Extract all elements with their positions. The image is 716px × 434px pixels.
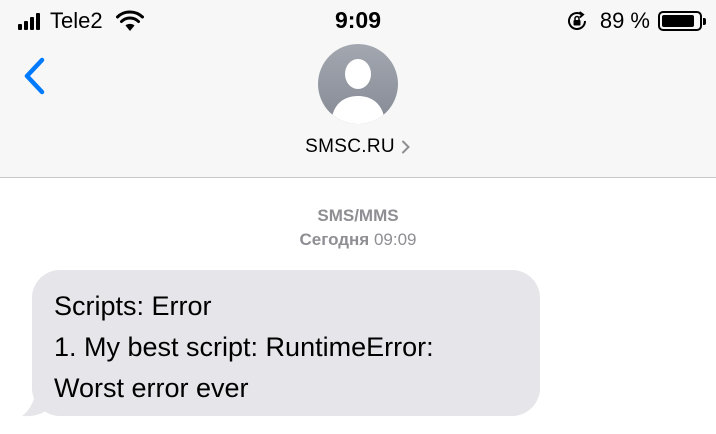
chevron-right-icon <box>401 140 410 154</box>
battery-level <box>662 15 695 27</box>
timestamp-time: 09:09 <box>373 230 417 249</box>
status-right: 89 % <box>566 8 706 34</box>
message-line: 1. My best script: RuntimeError: <box>54 332 434 362</box>
contact-name-button[interactable]: SMSC.RU <box>0 136 716 158</box>
battery-icon <box>658 11 706 31</box>
chevron-left-icon[interactable] <box>20 56 50 96</box>
contact-name: SMSC.RU <box>305 136 395 157</box>
timestamp-day: Сегодня <box>299 230 370 249</box>
conversation-header: Tele2 9:09 89 % SMSC.RU <box>0 0 716 178</box>
message-timestamp: Сегодня 09:09 <box>0 230 716 250</box>
message-line: Scripts: Error <box>54 291 212 321</box>
battery-percent: 89 % <box>599 8 650 33</box>
message-line: Worst error ever <box>54 373 249 403</box>
person-silhouette-icon <box>331 59 385 124</box>
contact-avatar[interactable] <box>318 44 398 124</box>
rotation-lock-icon <box>567 11 586 30</box>
message-bubble[interactable]: Scripts: Error 1. My best script: Runtim… <box>32 270 540 416</box>
service-label: SMS/MMS <box>317 206 399 225</box>
